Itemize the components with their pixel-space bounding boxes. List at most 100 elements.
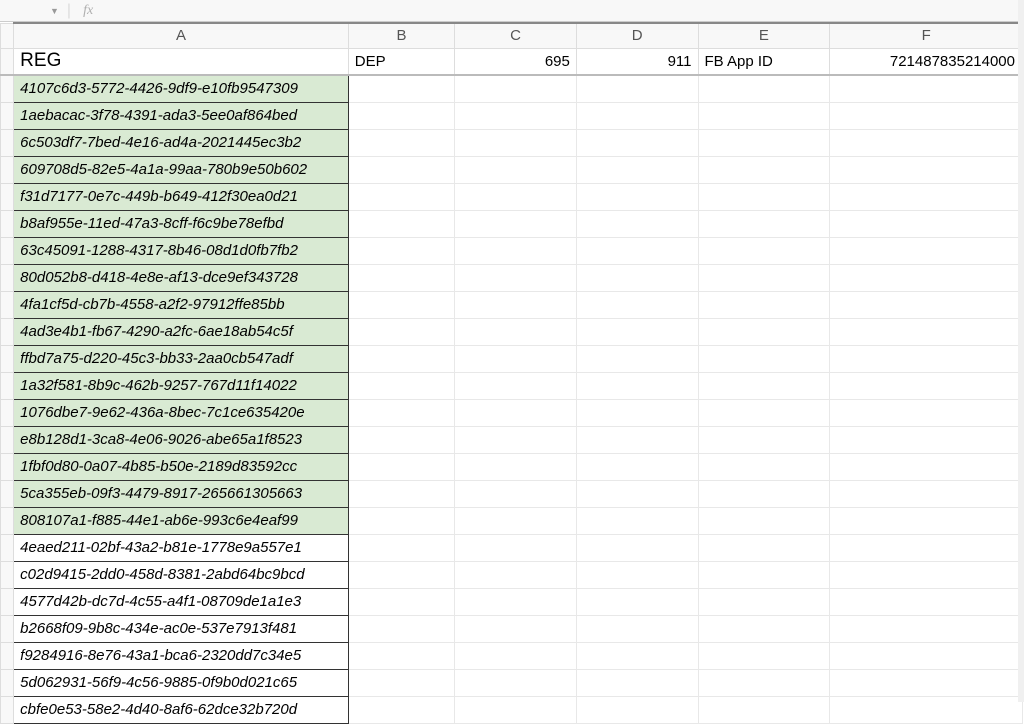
cell[interactable]: f9284916-8e76-43a1-bca6-2320dd7c34e5	[14, 642, 349, 669]
cell[interactable]	[348, 318, 454, 345]
row-header[interactable]	[1, 588, 14, 615]
cell[interactable]	[698, 642, 830, 669]
cell[interactable]	[348, 507, 454, 534]
cell[interactable]	[830, 426, 1023, 453]
cell[interactable]	[698, 102, 830, 129]
cell[interactable]	[698, 588, 830, 615]
cell[interactable]	[698, 669, 830, 696]
cell[interactable]	[576, 156, 698, 183]
cell[interactable]	[698, 237, 830, 264]
cell[interactable]	[576, 345, 698, 372]
row-header[interactable]	[1, 372, 14, 399]
row-header[interactable]	[1, 129, 14, 156]
row-header[interactable]	[1, 426, 14, 453]
row-header[interactable]	[1, 534, 14, 561]
cell[interactable]	[348, 399, 454, 426]
cell[interactable]	[348, 561, 454, 588]
cell[interactable]	[455, 696, 577, 723]
cell[interactable]	[830, 453, 1023, 480]
cell[interactable]	[830, 75, 1023, 102]
name-box-dropdown-icon[interactable]: ▼	[50, 6, 59, 16]
cell[interactable]	[830, 696, 1023, 723]
cell[interactable]	[830, 642, 1023, 669]
cell[interactable]	[576, 534, 698, 561]
cell[interactable]	[455, 669, 577, 696]
cell[interactable]	[830, 615, 1023, 642]
cell[interactable]	[576, 264, 698, 291]
cell[interactable]	[576, 129, 698, 156]
cell[interactable]	[576, 480, 698, 507]
cell[interactable]	[576, 210, 698, 237]
cell[interactable]	[698, 345, 830, 372]
cell[interactable]: cbfe0e53-58e2-4d40-8af6-62dce32b720d	[14, 696, 349, 723]
cell[interactable]	[698, 264, 830, 291]
cell[interactable]: 911	[576, 48, 698, 75]
cell[interactable]	[576, 291, 698, 318]
cell[interactable]: 5d062931-56f9-4c56-9885-0f9b0d021c65	[14, 669, 349, 696]
cell[interactable]	[698, 561, 830, 588]
cell[interactable]: 5ca355eb-09f3-4479-8917-265661305663	[14, 480, 349, 507]
cell[interactable]	[698, 75, 830, 102]
cell[interactable]: 695	[455, 48, 577, 75]
cell[interactable]	[348, 210, 454, 237]
column-header-c[interactable]: C	[455, 23, 577, 48]
cell[interactable]	[698, 507, 830, 534]
cell[interactable]	[830, 264, 1023, 291]
cell[interactable]: DEP	[348, 48, 454, 75]
cell[interactable]	[348, 372, 454, 399]
cell[interactable]: 1a32f581-8b9c-462b-9257-767d11f14022	[14, 372, 349, 399]
cell[interactable]	[698, 210, 830, 237]
cell[interactable]	[348, 453, 454, 480]
cell[interactable]	[576, 183, 698, 210]
cell[interactable]	[830, 183, 1023, 210]
cell[interactable]	[576, 642, 698, 669]
cell[interactable]	[830, 102, 1023, 129]
cell[interactable]	[576, 102, 698, 129]
column-header-b[interactable]: B	[348, 23, 454, 48]
row-header[interactable]	[1, 183, 14, 210]
cell[interactable]	[576, 75, 698, 102]
cell[interactable]	[698, 480, 830, 507]
cell[interactable]	[830, 156, 1023, 183]
cell[interactable]	[455, 507, 577, 534]
cell[interactable]	[348, 588, 454, 615]
cell[interactable]	[576, 453, 698, 480]
cell[interactable]	[455, 102, 577, 129]
cell[interactable]: f31d7177-0e7c-449b-b649-412f30ea0d21	[14, 183, 349, 210]
cell[interactable]: 808107a1-f885-44e1-ab6e-993c6e4eaf99	[14, 507, 349, 534]
cell[interactable]: 609708d5-82e5-4a1a-99aa-780b9e50b602	[14, 156, 349, 183]
cell[interactable]	[576, 318, 698, 345]
cell[interactable]	[348, 156, 454, 183]
cell[interactable]: b2668f09-9b8c-434e-ac0e-537e7913f481	[14, 615, 349, 642]
cell[interactable]	[455, 183, 577, 210]
cell[interactable]	[455, 291, 577, 318]
cell[interactable]: 4577d42b-dc7d-4c55-a4f1-08709de1a1e3	[14, 588, 349, 615]
cell[interactable]	[698, 291, 830, 318]
cell[interactable]	[455, 75, 577, 102]
cell[interactable]	[348, 669, 454, 696]
row-header[interactable]	[1, 210, 14, 237]
row-header[interactable]	[1, 507, 14, 534]
formula-input[interactable]	[93, 0, 1024, 21]
cell[interactable]	[348, 642, 454, 669]
cell[interactable]	[455, 129, 577, 156]
cell[interactable]	[348, 264, 454, 291]
row-header[interactable]	[1, 318, 14, 345]
cell[interactable]: 4fa1cf5d-cb7b-4558-a2f2-97912ffe85bb	[14, 291, 349, 318]
cell[interactable]	[455, 237, 577, 264]
cell[interactable]	[455, 156, 577, 183]
cell[interactable]: c02d9415-2dd0-458d-8381-2abd64bc9bcd	[14, 561, 349, 588]
cell[interactable]	[830, 669, 1023, 696]
cell[interactable]	[576, 507, 698, 534]
cell[interactable]	[348, 291, 454, 318]
row-header[interactable]	[1, 291, 14, 318]
cell[interactable]	[455, 534, 577, 561]
cell[interactable]: 721487835214000	[830, 48, 1023, 75]
cell[interactable]: b8af955e-11ed-47a3-8cff-f6c9be78efbd	[14, 210, 349, 237]
cell[interactable]: 63c45091-1288-4317-8b46-08d1d0fb7fb2	[14, 237, 349, 264]
cell[interactable]	[576, 615, 698, 642]
cell[interactable]	[348, 75, 454, 102]
cell[interactable]	[830, 129, 1023, 156]
cell[interactable]	[698, 453, 830, 480]
vertical-scrollbar[interactable]	[1018, 0, 1024, 702]
